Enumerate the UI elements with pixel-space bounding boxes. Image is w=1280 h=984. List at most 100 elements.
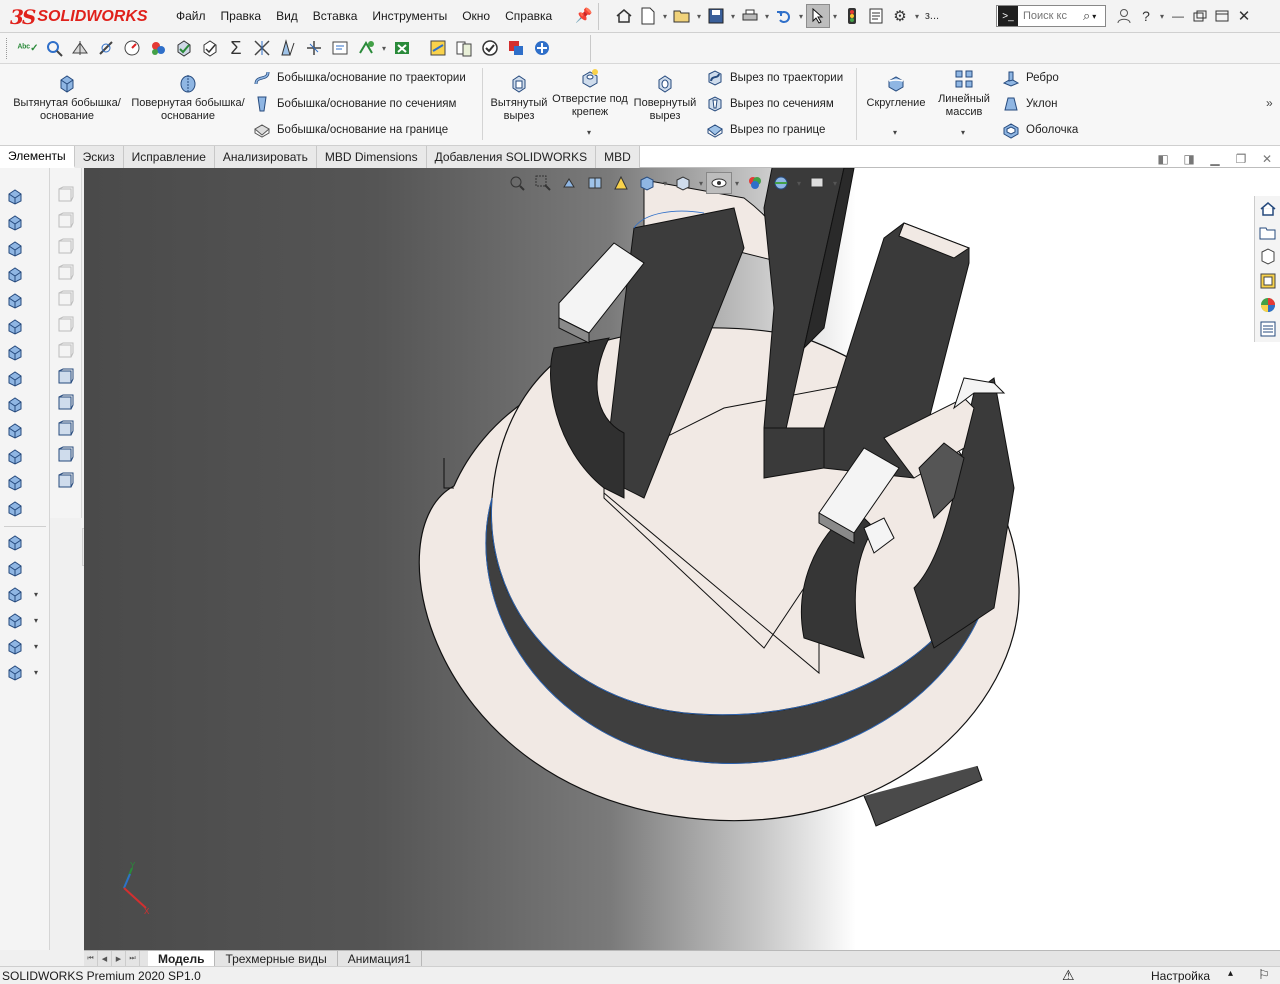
mass-properties-icon[interactable] <box>67 36 93 60</box>
hidden-lines-visible-icon[interactable] <box>54 210 76 232</box>
hide-show-items-icon[interactable] <box>706 172 732 194</box>
options-gear-icon[interactable]: ⚙ <box>888 4 912 28</box>
search-input[interactable] <box>1023 10 1083 22</box>
next-document-icon[interactable]: ◨ <box>1176 152 1202 166</box>
measure-icon[interactable] <box>41 36 67 60</box>
swept-boss-button[interactable]: Бобышка/основание по траектории <box>253 69 466 87</box>
tab-sketch[interactable]: Эскиз <box>74 146 124 168</box>
open-folder-icon[interactable] <box>670 4 694 28</box>
previous-document-icon[interactable]: ◧ <box>1150 152 1176 166</box>
display-style-dropdown-icon[interactable]: ▾ <box>696 179 706 188</box>
curves-dropdown-icon[interactable]: ▾ <box>34 642 38 651</box>
rib-icon[interactable] <box>4 472 26 494</box>
delete-face-icon[interactable] <box>4 584 26 606</box>
new-document-icon[interactable] <box>636 4 660 28</box>
menu-window[interactable]: Окно <box>462 9 490 23</box>
tab-model[interactable]: Модель <box>148 951 216 966</box>
fillet-icon[interactable] <box>4 394 26 416</box>
rib-button[interactable]: Ребро <box>1002 69 1059 87</box>
undo-dropdown-icon[interactable]: ▾ <box>796 12 806 21</box>
hole-icon[interactable] <box>4 368 26 390</box>
design-library-folder-icon[interactable] <box>1256 222 1280 244</box>
rebuild-traffic-light-icon[interactable] <box>840 4 864 28</box>
select-dropdown-icon[interactable]: ▾ <box>830 12 840 21</box>
tab-3d-views[interactable]: Трехмерные виды <box>215 951 338 966</box>
menu-help[interactable]: Справка <box>505 9 552 23</box>
spell-check-icon[interactable]: ᴬᵇᶜ✓ <box>15 36 41 60</box>
draft-analysis-icon[interactable] <box>275 36 301 60</box>
perspective-icon[interactable] <box>54 340 76 362</box>
shaded-icon[interactable] <box>54 288 76 310</box>
shell-button[interactable]: Оболочка <box>1002 121 1078 139</box>
units-dropdown-icon[interactable]: ▴ <box>1228 968 1233 979</box>
first-tab-icon[interactable]: ⏮ <box>84 951 98 966</box>
revolved-boss-button[interactable]: Повернутая бобышка/основание <box>128 72 248 123</box>
boundary-cut-button[interactable]: Вырез по границе <box>706 121 825 139</box>
user-icon[interactable] <box>1113 4 1135 28</box>
layer-icon[interactable] <box>54 470 76 492</box>
doc-minimize-icon[interactable]: ▁ <box>1202 152 1228 166</box>
view-orientation-icon[interactable] <box>634 172 660 194</box>
revolved-cut-button[interactable]: Повернутый вырез <box>628 72 702 123</box>
menu-file[interactable]: Файл <box>176 9 206 23</box>
fillet-button[interactable]: Скругление <box>862 72 930 110</box>
reference-geometry-icon[interactable] <box>4 610 26 632</box>
extruded-boss-icon[interactable] <box>4 186 26 208</box>
apply-scene-dropdown-icon[interactable]: ▾ <box>794 179 804 188</box>
rebuild-status-icon[interactable]: ⚠ <box>1062 967 1075 984</box>
close-icon[interactable]: ✕ <box>1233 4 1255 28</box>
quick-access-overflow[interactable]: з... <box>922 4 942 28</box>
draft-icon[interactable] <box>4 498 26 520</box>
tab-features[interactable]: Элементы <box>0 146 75 168</box>
linear-pattern-dropdown-icon[interactable]: ▾ <box>961 128 965 137</box>
curves-icon[interactable] <box>4 636 26 658</box>
statistics-icon[interactable] <box>145 36 171 60</box>
options-dropdown-icon[interactable]: ▾ <box>912 12 922 21</box>
draft-button[interactable]: Уклон <box>1002 95 1058 113</box>
hole-wizard-button[interactable]: Отверстие под крепеж <box>552 68 628 119</box>
search-dropdown-icon[interactable]: ▾ <box>1092 12 1096 21</box>
lofted-boss-button[interactable]: Бобышка/основание по сечениям <box>253 95 456 113</box>
undercut-analysis-icon[interactable] <box>301 36 327 60</box>
appearances-icon[interactable] <box>1256 294 1280 316</box>
reference-geometry-dropdown-icon[interactable]: ▾ <box>34 616 38 625</box>
extruded-boss-button[interactable]: Вытянутая бобышка/основание <box>6 72 128 123</box>
search-icon[interactable]: ⌕ <box>1083 8 1090 24</box>
instant3d-icon[interactable] <box>4 662 26 684</box>
shell-icon[interactable] <box>4 446 26 468</box>
check-geometry-icon[interactable] <box>171 36 197 60</box>
evaluate-dropdown-icon[interactable]: ▾ <box>379 44 389 53</box>
toolbar-grip[interactable] <box>6 38 9 59</box>
help-dropdown-icon[interactable]: ▾ <box>1157 12 1167 21</box>
tab-evaluate[interactable]: Анализировать <box>214 146 317 168</box>
mbd-dimension-icon[interactable] <box>425 36 451 60</box>
symmetry-check-icon[interactable] <box>353 36 379 60</box>
swept-boss-icon[interactable] <box>4 238 26 260</box>
view-palette-icon[interactable] <box>1256 270 1280 292</box>
move-face-icon[interactable] <box>4 558 26 580</box>
file-explorer-icon[interactable] <box>1256 246 1280 268</box>
wireframe-icon[interactable] <box>54 184 76 206</box>
hidden-lines-removed-icon[interactable] <box>54 236 76 258</box>
design-checker-icon[interactable] <box>529 36 555 60</box>
hole-wizard-dropdown-icon[interactable]: ▾ <box>587 128 591 137</box>
display-style-icon[interactable] <box>670 172 696 194</box>
doc-restore-icon[interactable]: ❐ <box>1228 152 1254 166</box>
extruded-cut-icon[interactable] <box>4 316 26 338</box>
menu-view[interactable]: Вид <box>276 9 298 23</box>
swept-cut-button[interactable]: Вырез по траектории <box>706 69 843 87</box>
menu-edit[interactable]: Правка <box>221 9 262 23</box>
boundary-boss-button[interactable]: Бобышка/основание на границе <box>253 121 448 139</box>
section-tool-icon[interactable] <box>54 366 76 388</box>
edit-appearance-icon[interactable] <box>742 172 768 194</box>
draft-quality-icon[interactable] <box>54 314 76 336</box>
home-icon[interactable] <box>612 4 636 28</box>
units-customize-label[interactable]: Настройка <box>1151 969 1210 983</box>
view-settings-dropdown-icon[interactable]: ▾ <box>830 179 840 188</box>
fillet-dropdown-icon[interactable]: ▾ <box>893 128 897 137</box>
instant3d-dropdown-icon[interactable]: ▾ <box>34 668 38 677</box>
dynamic-annotation-icon[interactable] <box>608 172 634 194</box>
print-dropdown-icon[interactable]: ▾ <box>762 12 772 21</box>
lofted-boss-icon[interactable] <box>4 264 26 286</box>
view-manager-icon[interactable] <box>54 444 76 466</box>
